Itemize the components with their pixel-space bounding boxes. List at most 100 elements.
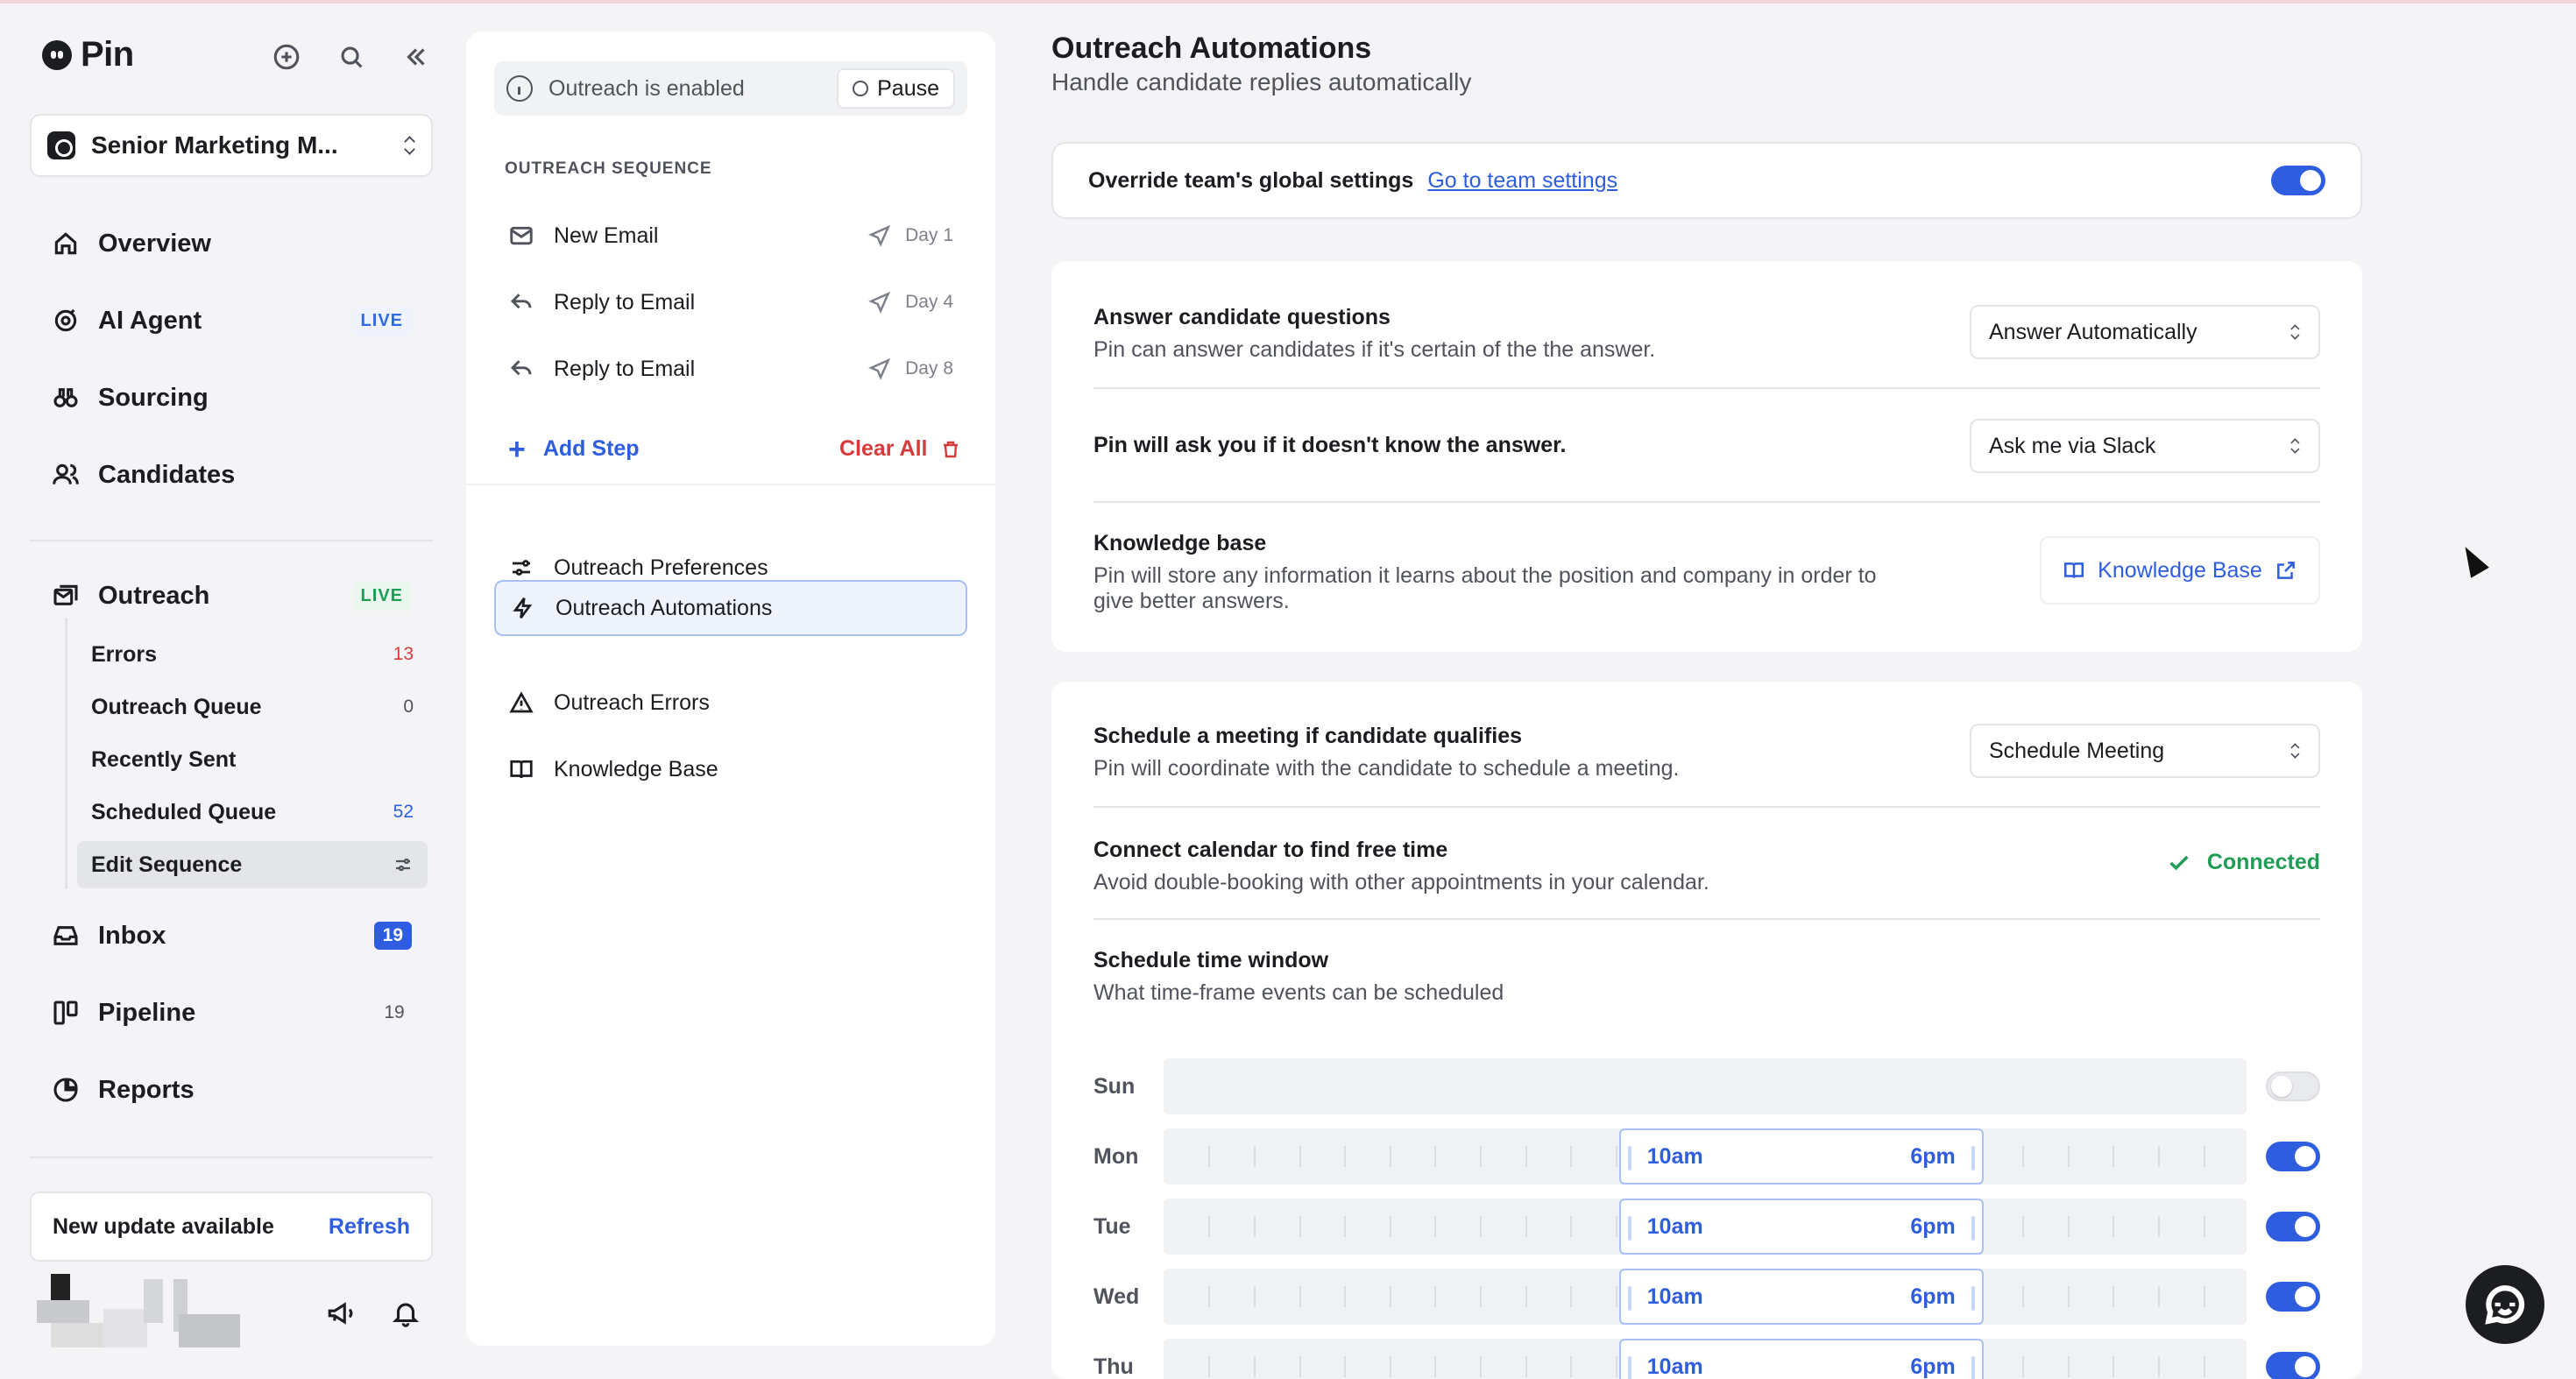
time-range[interactable]: 10am 6pm: [1618, 1199, 1984, 1255]
collapse-sidebar-icon[interactable]: [401, 42, 431, 76]
add-step-label: Add Step: [542, 436, 640, 461]
sub-item-edit-sequence[interactable]: Edit Sequence: [77, 841, 428, 888]
range-end-handle[interactable]: [1971, 1216, 1975, 1241]
day-toggle[interactable]: [2266, 1212, 2320, 1241]
sub-item-errors[interactable]: Errors 13: [77, 631, 428, 678]
kb-description: Pin will store any information it learns…: [1093, 563, 1877, 613]
time-range[interactable]: 10am 6pm: [1618, 1128, 1984, 1185]
nav-item-inbox[interactable]: Inbox 19: [30, 909, 433, 962]
job-selector-label: Senior Marketing M...: [91, 131, 338, 159]
time-track[interactable]: 10am 6pm: [1163, 1269, 2247, 1325]
outreach-status: Outreach is enabled Pause: [494, 61, 967, 116]
nav-item-ai-agent[interactable]: AI Agent LIVE: [30, 294, 433, 347]
sequence-step[interactable]: Reply to Email Day 8: [494, 340, 967, 398]
knowledge-base-button[interactable]: Knowledge Base: [2040, 536, 2320, 605]
time-window-row: Schedule time window What time-frame eve…: [1093, 948, 2320, 1006]
nav-item-reports[interactable]: Reports: [30, 1064, 433, 1116]
time-range[interactable]: 10am 6pm: [1618, 1269, 1984, 1325]
sliders-icon: [396, 858, 410, 872]
panel-nav-outreach-errors[interactable]: Outreach Errors: [494, 675, 967, 731]
job-selector[interactable]: Senior Marketing M...: [30, 114, 433, 177]
nav-item-pipeline[interactable]: Pipeline 19: [30, 987, 433, 1039]
day-toggle[interactable]: [2266, 1071, 2320, 1101]
hour-tick: [2157, 1356, 2160, 1377]
time-track: [1163, 1058, 2247, 1114]
hour-tick: [1434, 1356, 1437, 1377]
range-end-handle[interactable]: [1971, 1286, 1975, 1311]
meeting-card: Schedule a meeting if candidate qualifie…: [1051, 682, 2362, 1379]
sequence-step[interactable]: New Email Day 1: [494, 207, 967, 265]
sub-item-recently-sent[interactable]: Recently Sent: [77, 736, 428, 783]
time-track[interactable]: 10am 6pm: [1163, 1339, 2247, 1379]
panel-nav-knowledge-base[interactable]: Knowledge Base: [494, 741, 967, 797]
queue-count: 0: [403, 697, 414, 717]
sequence-step[interactable]: Reply to Email Day 4: [494, 273, 967, 331]
team-settings-link[interactable]: Go to team settings: [1427, 168, 2271, 194]
nav-item-outreach[interactable]: Outreach LIVE: [30, 569, 433, 622]
hour-tick: [1389, 1286, 1391, 1307]
day-toggle[interactable]: [2266, 1352, 2320, 1379]
nav-item-candidates[interactable]: Candidates: [30, 449, 433, 501]
nav-item-overview[interactable]: Overview: [30, 217, 433, 270]
errors-count: 13: [393, 644, 414, 664]
clear-all-button[interactable]: Clear All: [839, 436, 961, 462]
day-toggle[interactable]: [2266, 1142, 2320, 1171]
range-start-handle[interactable]: [1627, 1286, 1631, 1311]
schedule-meeting-select[interactable]: Schedule Meeting: [1970, 724, 2320, 778]
hour-tick: [1299, 1356, 1301, 1377]
nav-item-sourcing[interactable]: Sourcing: [30, 371, 433, 424]
range-start-handle[interactable]: [1627, 1356, 1631, 1379]
range-end-handle[interactable]: [1971, 1146, 1975, 1170]
pin-logo-icon: [42, 39, 72, 70]
megaphone-icon[interactable]: [326, 1298, 356, 1333]
mouse-cursor: [2456, 541, 2489, 578]
nav-item-label: Inbox: [98, 921, 166, 950]
time-track[interactable]: 10am 6pm: [1163, 1199, 2247, 1255]
sequence-section-title: OUTREACH SEQUENCE: [505, 159, 712, 178]
hour-tick: [1344, 1146, 1347, 1167]
range-end-handle[interactable]: [1971, 1356, 1975, 1379]
hour-tick: [2022, 1286, 2025, 1307]
external-link-icon: [2276, 562, 2295, 579]
calendar-row: Connect calendar to find free time Avoid…: [1093, 838, 2320, 895]
add-circle-icon[interactable]: [272, 42, 301, 76]
time-range[interactable]: 10am 6pm: [1618, 1339, 1984, 1379]
sub-item-label: Recently Sent: [91, 746, 237, 772]
binoculars-icon: [51, 383, 81, 413]
ask-method-select[interactable]: Ask me via Slack: [1970, 419, 2320, 473]
range-end-label: 6pm: [1910, 1213, 1956, 1239]
sub-item-scheduled-queue[interactable]: Scheduled Queue 52: [77, 789, 428, 836]
day-label: Mon: [1093, 1143, 1139, 1169]
refresh-button[interactable]: Refresh: [329, 1214, 410, 1240]
bell-icon[interactable]: [391, 1298, 421, 1333]
panel-nav-label: Knowledge Base: [554, 756, 718, 781]
hour-tick: [1389, 1146, 1391, 1167]
day-toggle[interactable]: [2266, 1282, 2320, 1312]
avatar[interactable]: [33, 1270, 244, 1351]
sub-item-label: Errors: [91, 641, 158, 667]
hour-tick: [2157, 1216, 2160, 1237]
hour-tick: [1570, 1356, 1573, 1377]
hour-tick: [2067, 1216, 2070, 1237]
reply-icon: [508, 289, 534, 315]
row-divider: [1093, 501, 2320, 503]
chat-support-button[interactable]: [2466, 1265, 2544, 1344]
hour-tick: [1253, 1286, 1256, 1307]
hour-tick: [2112, 1356, 2115, 1377]
trash-icon: [943, 441, 958, 457]
search-icon[interactable]: [336, 42, 366, 76]
time-track[interactable]: 10am 6pm: [1163, 1128, 2247, 1185]
sub-item-outreach-queue[interactable]: Outreach Queue 0: [77, 683, 428, 731]
range-end-label: 6pm: [1910, 1284, 1956, 1309]
panel-nav-label: Outreach Preferences: [554, 555, 768, 580]
add-step-button[interactable]: + Add Step: [508, 435, 640, 464]
panel-nav-outreach-automations[interactable]: Outreach Automations: [494, 580, 967, 636]
reply-icon: [508, 356, 534, 382]
range-start-handle[interactable]: [1627, 1216, 1631, 1241]
pause-button[interactable]: Pause: [837, 68, 955, 109]
app-logo[interactable]: Pin: [42, 35, 134, 74]
range-start-handle[interactable]: [1627, 1146, 1631, 1170]
override-toggle[interactable]: [2271, 166, 2325, 195]
answer-mode-select[interactable]: Answer Automatically: [1970, 305, 2320, 359]
nav-item-label: Candidates: [98, 460, 236, 489]
